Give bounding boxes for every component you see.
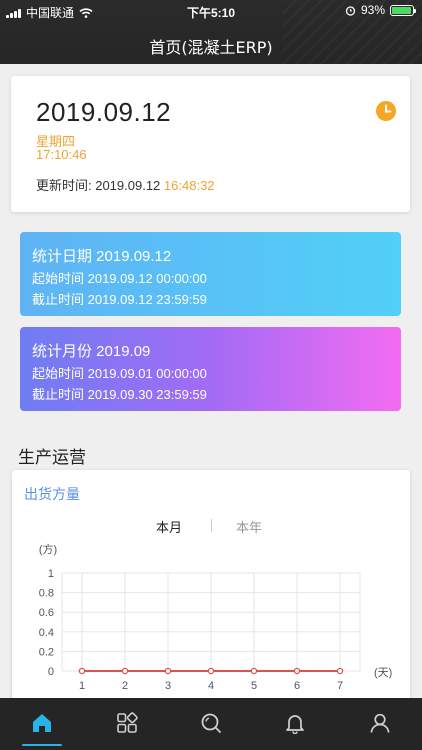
- data-point: [336, 667, 344, 675]
- status-time: 下午5:10: [186, 6, 236, 20]
- user-icon: [370, 713, 390, 733]
- x-tick-label: 3: [165, 680, 171, 692]
- page-title: 首页(混凝土ERP): [149, 38, 273, 57]
- apps-icon: [116, 712, 138, 733]
- top-bar: 中国联通 下午5:10 93% 首页(混凝土ERP): [0, 0, 422, 64]
- x-tick-label: 5: [251, 680, 257, 692]
- data-point: [121, 667, 129, 675]
- update-time-value: 16:48:32: [163, 178, 215, 193]
- y-tick-label: 0: [48, 666, 54, 678]
- data-point: [164, 667, 172, 675]
- monthly-start-time: 起始时间 2019.09.01 00:00:00: [32, 366, 207, 381]
- tab-apps[interactable]: [84, 698, 168, 750]
- data-point: [207, 667, 215, 675]
- bell-icon: [286, 715, 305, 734]
- tab-profile[interactable]: [338, 698, 422, 750]
- data-point: [293, 667, 301, 675]
- x-tick-label: 1: [79, 680, 85, 692]
- daily-start-time: 起始时间 2019.09.12 00:00:00: [32, 271, 207, 286]
- monthly-stat-card[interactable]: 统计月份 2019.09 起始时间 2019.09.01 00:00:00 截止…: [20, 327, 401, 411]
- shipment-line-chart: 1 0.8 0.6 0.4 0.2 0 1 2 3 4 5 6 7 (方) (天): [39, 542, 393, 692]
- shipment-chart-card: 出货方量 本月 本年 1 0.8 0.6 0.4 0.2 0 1 2 3 4 5 6 7 (方) (天): [12, 470, 410, 710]
- status-right: 93%: [345, 3, 416, 17]
- battery-percent: 93%: [360, 3, 385, 17]
- x-tick-label: 7: [337, 680, 343, 692]
- y-tick-label: 0.8: [39, 588, 54, 600]
- x-tick-label: 2: [122, 680, 128, 692]
- current-time: 17:10:46: [36, 147, 87, 162]
- date-card: 2019.09.12 星期四 17:10:46 更新时间: 2019.09.12…: [11, 76, 410, 212]
- tab-notifications[interactable]: [253, 698, 337, 750]
- clock-icon: [376, 101, 396, 121]
- tab-home[interactable]: [0, 698, 84, 750]
- search-icon: [201, 713, 221, 733]
- x-axis-unit-label: (天): [374, 667, 392, 679]
- y-tick-label: 1: [48, 568, 54, 580]
- daily-stat-title: 统计日期 2019.09.12: [32, 248, 172, 265]
- home-icon: [33, 714, 52, 732]
- monthly-stat-title: 统计月份 2019.09: [32, 343, 151, 360]
- monthly-end-time: 截止时间 2019.09.30 23:59:59: [32, 387, 207, 402]
- active-tab-indicator: [22, 744, 63, 746]
- status-bar: 中国联通 下午5:10 93%: [0, 0, 422, 22]
- alarm-icon: [345, 5, 356, 16]
- y-tick-label: 0.2: [39, 646, 54, 658]
- data-point: [250, 667, 258, 675]
- section-title: 生产运营: [18, 448, 86, 467]
- bottom-tab-bar: [0, 698, 422, 750]
- update-time: 更新时间: 2019.09.12 16:48:32: [36, 175, 215, 194]
- y-tick-label: 0.6: [39, 607, 54, 619]
- daily-end-time: 截止时间 2019.09.12 23:59:59: [32, 292, 207, 307]
- y-axis-unit-label: (方): [39, 542, 57, 556]
- x-tick-label: 4: [208, 680, 214, 692]
- data-point: [78, 667, 86, 675]
- tab-search[interactable]: [169, 698, 253, 750]
- daily-stat-card[interactable]: 统计日期 2019.09.12 起始时间 2019.09.12 00:00:00…: [20, 232, 401, 316]
- x-tick-label: 6: [294, 680, 300, 692]
- current-date: 2019.09.12: [36, 97, 172, 127]
- y-tick-label: 0.4: [39, 627, 54, 639]
- battery-icon: [390, 4, 416, 16]
- update-label: 更新时间: 2019.09.12: [36, 178, 161, 193]
